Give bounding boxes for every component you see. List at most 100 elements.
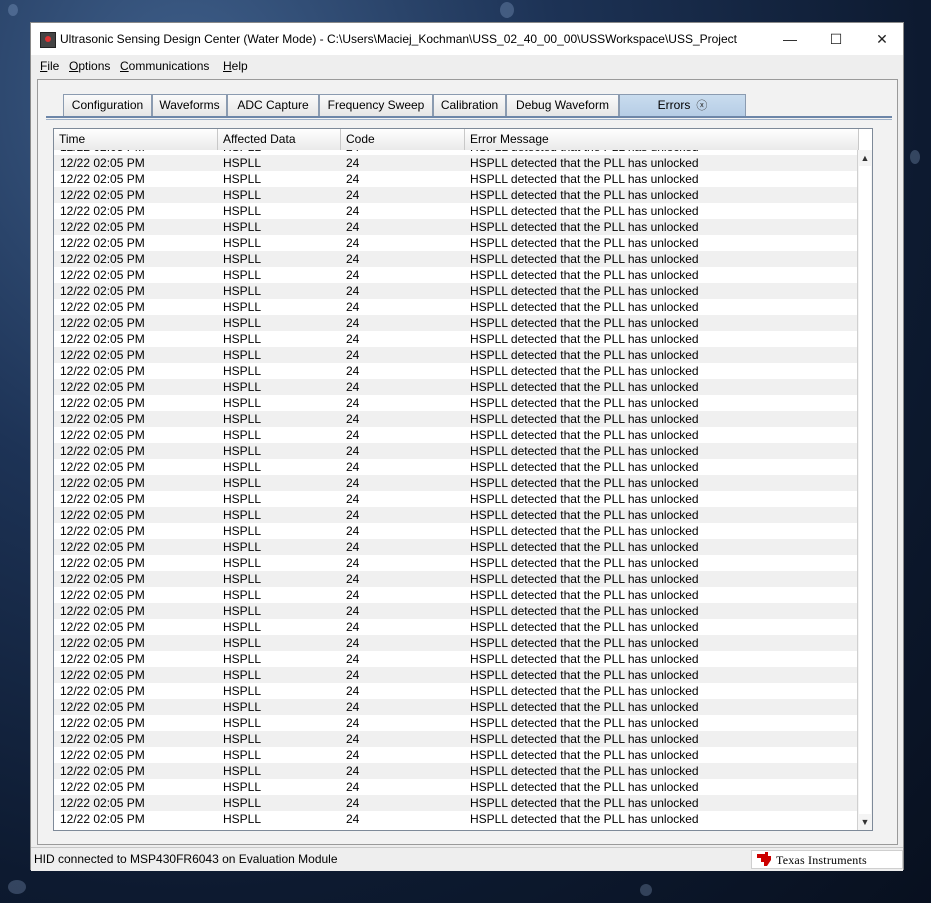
- status-bar: HID connected to MSP430FR6043 on Evaluat…: [31, 847, 903, 871]
- cell-affected-data: HSPLL: [223, 428, 262, 442]
- table-row[interactable]: 12/22 02:05 PM HSPLL 24 HSPLL detected that…: [54, 747, 859, 763]
- tab-debug-waveform[interactable]: Debug Waveform: [506, 94, 619, 116]
- table-row[interactable]: 12/22 02:05 PM HSPLL 24 HSPLL detected that…: [54, 651, 859, 667]
- tab-close-icon[interactable]: ⓧ: [696, 100, 707, 112]
- table-row[interactable]: 12/22 02:05 PM HSPLL 24 HSPLL detected that…: [54, 155, 859, 171]
- table-row[interactable]: 12/22 02:05 PM HSPLL 24 HSPLL detected that…: [54, 219, 859, 235]
- cell-code: 24: [346, 636, 360, 650]
- cell-affected-data: HSPLL: [223, 636, 262, 650]
- cell-affected-data: HSPLL: [223, 588, 262, 602]
- table-row[interactable]: 12/22 02:05 PM HSPLL 24 HSPLL detected that…: [54, 811, 859, 827]
- table-row[interactable]: 12/22 02:05 PM HSPLL 24 HSPLL detected that…: [54, 395, 859, 411]
- table-row[interactable]: 12/22 02:05 PM HSPLL 24 HSPLL detected that…: [54, 523, 859, 539]
- table-row[interactable]: 12/22 02:05 PM HSPLL 24 HSPLL detected that…: [54, 507, 859, 523]
- table-row[interactable]: 12/22 02:05 PM HSPLL 24 HSPLL detected that…: [54, 251, 859, 267]
- cell-code: 24: [346, 204, 360, 218]
- table-row[interactable]: 12/22 02:05 PM HSPLL 24 HSPLL detected that…: [54, 203, 859, 219]
- title-bar[interactable]: Ultrasonic Sensing Design Center (Water …: [31, 23, 903, 55]
- cell-affected-data: HSPLL: [223, 540, 262, 554]
- tab-configuration[interactable]: Configuration: [63, 94, 152, 116]
- minimize-button[interactable]: —: [767, 23, 813, 55]
- cell-affected-data: HSPLL: [223, 332, 262, 346]
- cell-affected-data: HSPLL: [223, 668, 262, 682]
- column-header-time[interactable]: Time: [54, 129, 218, 150]
- column-header-affected-data[interactable]: Affected Data: [218, 129, 341, 150]
- menu-communications[interactable]: Communications: [120, 59, 209, 73]
- table-row[interactable]: 12/22 02:05 PM HSPLL 24 HSPLL detected that…: [54, 667, 859, 683]
- table-row[interactable]: 12/22 02:05 PM HSPLL 24 HSPLL detected that…: [54, 635, 859, 651]
- cell-time: 12/22 02:05 PM: [60, 428, 145, 442]
- cell-error-message: HSPLL detected that the PLL has unlocked: [470, 476, 699, 490]
- cell-affected-data: HSPLL: [223, 412, 262, 426]
- cell-time: 12/22 02:05 PM: [60, 268, 145, 282]
- table-row[interactable]: 12/22 02:05 PM HSPLL 24 HSPLL detected that…: [54, 555, 859, 571]
- table-row[interactable]: 12/22 02:05 PM HSPLL 24 HSPLL detected that…: [54, 779, 859, 795]
- tab-calibration[interactable]: Calibration: [433, 94, 506, 116]
- maximize-button[interactable]: ☐: [813, 23, 859, 55]
- table-row[interactable]: 12/22 02:05 PM HSPLL 24 HSPLL detected that…: [54, 539, 859, 555]
- close-button[interactable]: ✕: [859, 23, 905, 55]
- cell-affected-data: HSPLL: [223, 684, 262, 698]
- cell-time: 12/22 02:05 PM: [60, 476, 145, 490]
- table-row[interactable]: 12/22 02:05 PM HSPLL 24 HSPLL detected that…: [54, 235, 859, 251]
- table-row[interactable]: 12/22 02:05 PM HSPLL 24 HSPLL detected that…: [54, 315, 859, 331]
- table-row[interactable]: 12/22 02:05 PM HSPLL 24 HSPLL detected that…: [54, 683, 859, 699]
- cell-code: 24: [346, 268, 360, 282]
- table-row[interactable]: 12/22 02:05 PM HSPLL 24 HSPLL detected that…: [54, 603, 859, 619]
- app-icon[interactable]: [40, 32, 56, 48]
- table-row[interactable]: 12/22 02:05 PM HSPLL 24 HSPLL detected that…: [54, 731, 859, 747]
- menu-file[interactable]: File: [40, 59, 59, 73]
- table-row[interactable]: 12/22 02:05 PM HSPLL 24 HSPLL detected that…: [54, 763, 859, 779]
- cell-error-message: HSPLL detected that the PLL has unlocked: [470, 236, 699, 250]
- scroll-down-arrow-icon[interactable]: ▼: [858, 814, 872, 830]
- menu-options[interactable]: Options: [69, 59, 110, 73]
- cell-error-message: HSPLL detected that the PLL has unlocked: [470, 252, 699, 266]
- tab-waveforms[interactable]: Waveforms: [152, 94, 227, 116]
- cell-affected-data: HSPLL: [223, 764, 262, 778]
- table-row[interactable]: 12/22 02:05 PM HSPLL 24 HSPLL detected that…: [54, 427, 859, 443]
- table-row[interactable]: 12/22 02:05 PM HSPLL 24 HSPLL detected that…: [54, 379, 859, 395]
- table-row[interactable]: 12/22 02:05 PM HSPLL 24 HSPLL detected that…: [54, 571, 859, 587]
- column-header-error-message[interactable]: Error Message: [465, 129, 859, 150]
- tab-frequency-sweep[interactable]: Frequency Sweep: [319, 94, 433, 116]
- table-row[interactable]: 12/22 02:05 PM HSPLL 24 HSPLL detected that…: [54, 715, 859, 731]
- cell-error-message: HSPLL detected that the PLL has unlocked: [470, 380, 699, 394]
- table-row[interactable]: 12/22 02:05 PM HSPLL 24 HSPLL detected that…: [54, 347, 859, 363]
- vertical-scrollbar[interactable]: ▲ ▼: [857, 150, 872, 830]
- cell-time: 12/22 02:05 PM: [60, 636, 145, 650]
- cell-code: 24: [346, 284, 360, 298]
- cell-time: 12/22 02:05 PM: [60, 172, 145, 186]
- table-row[interactable]: 12/22 02:05 PM HSPLL 24 HSPLL detected that…: [54, 491, 859, 507]
- menu-help[interactable]: Help: [223, 59, 248, 73]
- table-row[interactable]: 12/22 02:05 PM HSPLL 24 HSPLL detected that…: [54, 459, 859, 475]
- table-row[interactable]: 12/22 02:05 PM HSPLL 24 HSPLL detected that…: [54, 331, 859, 347]
- table-row[interactable]: 12/22 02:05 PM HSPLL 24 HSPLL detected that…: [54, 619, 859, 635]
- cell-affected-data: HSPLL: [223, 380, 262, 394]
- cell-affected-data: HSPLL: [223, 492, 262, 506]
- cell-error-message: HSPLL detected that the PLL has unlocked: [470, 540, 699, 554]
- tab-errors[interactable]: Errors ⓧ: [619, 94, 746, 116]
- table-row[interactable]: 12/22 02:05 PM HSPLL 24 HSPLL detected that…: [54, 171, 859, 187]
- cell-code: 24: [346, 668, 360, 682]
- cell-code: 24: [346, 476, 360, 490]
- scrollbar-thumb[interactable]: [859, 166, 871, 814]
- table-row[interactable]: 12/22 02:05 PM HSPLL 24 HSPLL detected that…: [54, 267, 859, 283]
- cell-error-message: HSPLL detected that the PLL has unlocked: [470, 700, 699, 714]
- table-row[interactable]: 12/22 02:05 PM HSPLL 24 HSPLL detected that…: [54, 587, 859, 603]
- table-row[interactable]: 12/22 02:05 PM HSPLL 24 HSPLL detected that…: [54, 795, 859, 811]
- table-row[interactable]: 12/22 02:05 PM HSPLL 24 HSPLL detected that…: [54, 187, 859, 203]
- table-row[interactable]: 12/22 02:05 PM HSPLL 24 HSPLL detected that…: [54, 443, 859, 459]
- table-row[interactable]: 12/22 02:05 PM HSPLL 24 HSPLL detected that…: [54, 363, 859, 379]
- cell-error-message: HSPLL detected that the PLL has unlocked: [470, 652, 699, 666]
- table-row[interactable]: 12/22 02:05 PM HSPLL 24 HSPLL detected that…: [54, 699, 859, 715]
- table-row[interactable]: 12/22 02:05 PM HSPLL 24 HSPLL detected that…: [54, 411, 859, 427]
- tab-adc-capture[interactable]: ADC Capture: [227, 94, 319, 116]
- table-row[interactable]: 12/22 02:05 PM HSPLL 24 HSPLL detected that…: [54, 299, 859, 315]
- cell-code: 24: [346, 732, 360, 746]
- cell-time: 12/22 02:05 PM: [60, 460, 145, 474]
- scroll-up-arrow-icon[interactable]: ▲: [858, 150, 872, 166]
- cell-code: 24: [346, 620, 360, 634]
- column-header-code[interactable]: Code: [341, 129, 465, 150]
- table-row[interactable]: 12/22 02:05 PM HSPLL 24 HSPLL detected that…: [54, 283, 859, 299]
- table-row[interactable]: 12/22 02:05 PM HSPLL 24 HSPLL detected that…: [54, 475, 859, 491]
